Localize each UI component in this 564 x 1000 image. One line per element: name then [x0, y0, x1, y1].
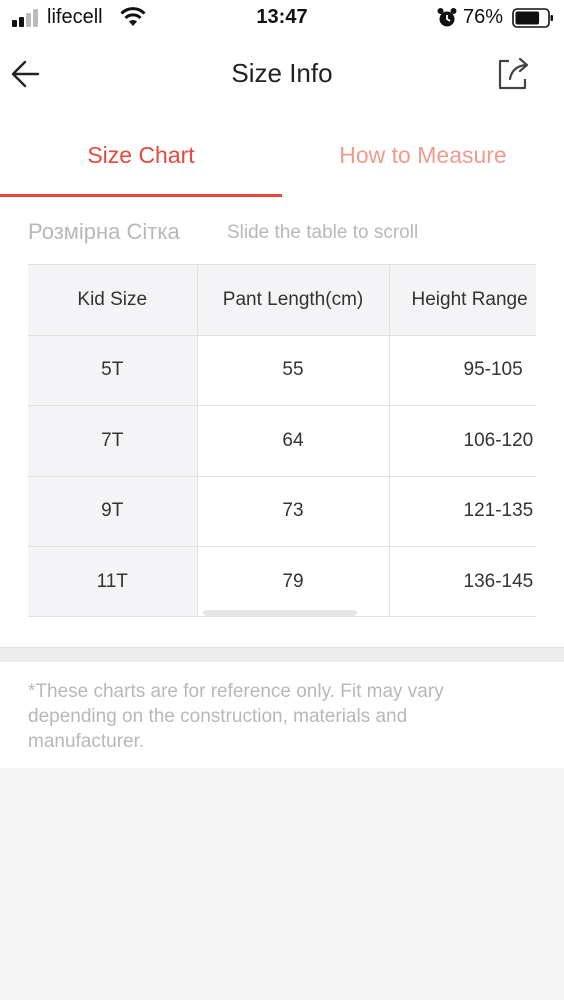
tab-size-chart[interactable]: Size Chart	[0, 118, 282, 198]
header: Size Info	[0, 38, 564, 118]
cell-pant-length: 55	[197, 334, 390, 406]
status-bar: lifecell 13:47 76%	[0, 0, 564, 38]
tab-bar: Size Chart How to Measure	[0, 118, 564, 198]
table-row: 7T 64 106-120	[28, 405, 536, 476]
disclaimer-text: *These charts are for reference only. Fi…	[28, 681, 444, 752]
cell-kid-size: 11T	[28, 546, 198, 616]
battery-percent: 76%	[463, 6, 504, 28]
scroll-hint: Slide the table to scroll	[227, 222, 419, 243]
cell-height-range: 95-105	[389, 334, 536, 406]
size-chart-panel: Розмірна Сітка Slide the table to scroll…	[0, 198, 564, 647]
cell-height-range: 136-145	[389, 546, 536, 616]
horizontal-scrollbar[interactable]	[203, 610, 357, 616]
alarm-icon	[437, 8, 457, 27]
page-title: Size Info	[231, 58, 333, 88]
size-table: Kid Size Pant Length(cm) Height Range 5T…	[28, 264, 536, 616]
cell-height-range: 106-120	[389, 405, 536, 476]
section-divider	[0, 647, 564, 662]
cell-pant-length: 64	[197, 405, 390, 476]
column-header-height-range: Height Range	[389, 264, 536, 335]
table-header-row: Kid Size Pant Length(cm) Height Range	[28, 264, 536, 335]
table-row: 11T 79 136-145	[28, 546, 536, 616]
cell-kid-size: 7T	[28, 405, 198, 476]
tab-how-to-measure[interactable]: How to Measure	[282, 118, 564, 198]
column-header-pant-length: Pant Length(cm)	[197, 264, 390, 335]
share-icon[interactable]	[492, 52, 532, 94]
cell-height-range: 121-135	[389, 475, 536, 547]
battery-icon	[512, 8, 553, 28]
cell-kid-size: 9T	[28, 475, 198, 547]
cell-pant-length: 79	[197, 546, 390, 616]
table-row: 5T 55 95-105	[28, 334, 536, 406]
screen: lifecell 13:47 76% Size Info Size Chart …	[0, 0, 564, 1000]
active-tab-indicator	[0, 194, 282, 197]
disclaimer-panel: *These charts are for reference only. Fi…	[0, 662, 564, 768]
section-title: Розмірна Сітка	[28, 219, 180, 244]
column-header-kid-size: Kid Size	[28, 264, 198, 335]
table-row: 9T 73 121-135	[28, 475, 536, 547]
size-table-scroller[interactable]: Kid Size Pant Length(cm) Height Range 5T…	[28, 264, 536, 617]
cell-pant-length: 73	[197, 475, 390, 547]
cell-kid-size: 5T	[28, 334, 198, 406]
